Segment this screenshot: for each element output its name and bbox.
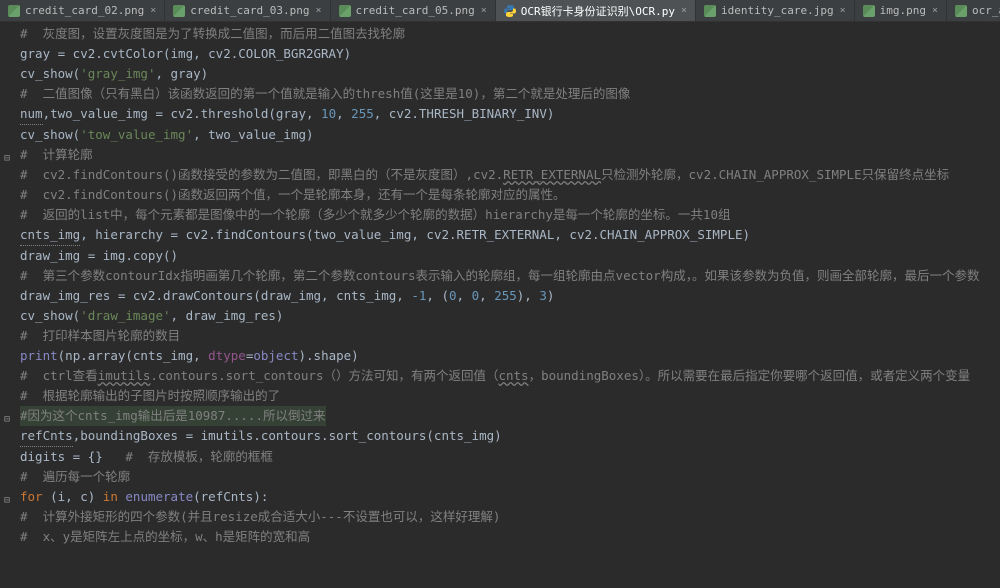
code-line: # cv2.findContours()函数返回两个值，一个是轮廓本身，还有一个… [0, 185, 1000, 205]
close-icon[interactable]: × [840, 5, 846, 16]
code-line: print(np.array(cnts_img, dtype=object).s… [0, 346, 1000, 366]
code-line: ⊟ for (i, c) in enumerate(refCnts): [0, 487, 1000, 507]
tab-ocr-py[interactable]: OCR银行卡身份证识别\OCR.py× [496, 0, 696, 21]
code-line: refCnts,boundingBoxes = imutils.contours… [0, 426, 1000, 447]
image-icon [8, 5, 20, 17]
image-icon [173, 5, 185, 17]
code-line: gray = cv2.cvtColor(img, cv2.COLOR_BGR2G… [0, 44, 1000, 64]
code-line: # 计算外接矩形的四个参数(并且resize成合适大小---不设置也可以，这样好… [0, 507, 1000, 527]
code-line: # 二值图像（只有黑白）该函数返回的第一个值就是输入的thresh值(这里是10… [0, 84, 1000, 104]
tab-img-png[interactable]: img.png× [855, 0, 947, 21]
code-line: # 返回的list中，每个元素都是图像中的一个轮廓（多少个就多少个轮廓的数据）h… [0, 205, 1000, 225]
code-line: # 打印样本图片轮廓的数目 [0, 326, 1000, 346]
fold-icon[interactable]: ⊟ [4, 491, 16, 503]
code-line: ⊟ #因为这个cnts_img输出后是10987.....所以倒过来 [0, 406, 1000, 426]
code-line: cv_show('tow_value_img', two_value_img) [0, 125, 1000, 145]
tab-credit-card-02[interactable]: credit_card_02.png× [0, 0, 165, 21]
image-icon [863, 5, 875, 17]
close-icon[interactable]: × [481, 5, 487, 16]
close-icon[interactable]: × [315, 5, 321, 16]
code-line: # 灰度图，设置灰度图是为了转换成二值图，而后用二值图去找轮廓 [0, 24, 1000, 44]
code-line: # x、y是矩阵左上点的坐标，w、h是矩阵的宽和高 [0, 527, 1000, 547]
tab-ocr-a-reference[interactable]: ocr_a_reference.png× [947, 0, 1000, 21]
code-line: cv_show('draw_image', draw_img_res) [0, 306, 1000, 326]
python-icon [504, 5, 516, 17]
code-line: # 遍历每一个轮廓 [0, 467, 1000, 487]
tab-credit-card-05[interactable]: credit_card_05.png× [331, 0, 496, 21]
code-line: ⊟ # 计算轮廓 [0, 145, 1000, 165]
close-icon[interactable]: × [932, 5, 938, 16]
code-line: cv_show('gray_img', gray) [0, 64, 1000, 84]
close-icon[interactable]: × [681, 5, 687, 16]
close-icon[interactable]: × [150, 5, 156, 16]
code-line: # 第三个参数contourIdx指明画第几个轮廓，第二个参数contours表… [0, 266, 1000, 286]
fold-icon[interactable]: ⊟ [4, 149, 16, 161]
code-line: # 根据轮廓输出的子图片时按照顺序输出的了 [0, 386, 1000, 406]
tab-credit-card-03[interactable]: credit_card_03.png× [165, 0, 330, 21]
code-line: draw_img_res = cv2.drawContours(draw_img… [0, 286, 1000, 306]
code-line: # ctrl查看imutils.contours.sort_contours（）… [0, 366, 1000, 386]
code-editor[interactable]: # 灰度图，设置灰度图是为了转换成二值图，而后用二值图去找轮廓 gray = c… [0, 22, 1000, 547]
code-line: # cv2.findContours()函数接受的参数为二值图，即黑白的（不是灰… [0, 165, 1000, 185]
tab-identity-care[interactable]: identity_care.jpg× [696, 0, 855, 21]
code-line: num,two_value_img = cv2.threshold(gray, … [0, 104, 1000, 125]
code-line: draw_img = img.copy() [0, 246, 1000, 266]
code-line: digits = {} # 存放模板，轮廓的框框 [0, 447, 1000, 467]
fold-icon[interactable]: ⊟ [4, 410, 16, 422]
image-icon [339, 5, 351, 17]
image-icon [704, 5, 716, 17]
image-icon [955, 5, 967, 17]
code-line: cnts_img, hierarchy = cv2.findContours(t… [0, 225, 1000, 246]
editor-tabs: credit_card_02.png× credit_card_03.png× … [0, 0, 1000, 22]
